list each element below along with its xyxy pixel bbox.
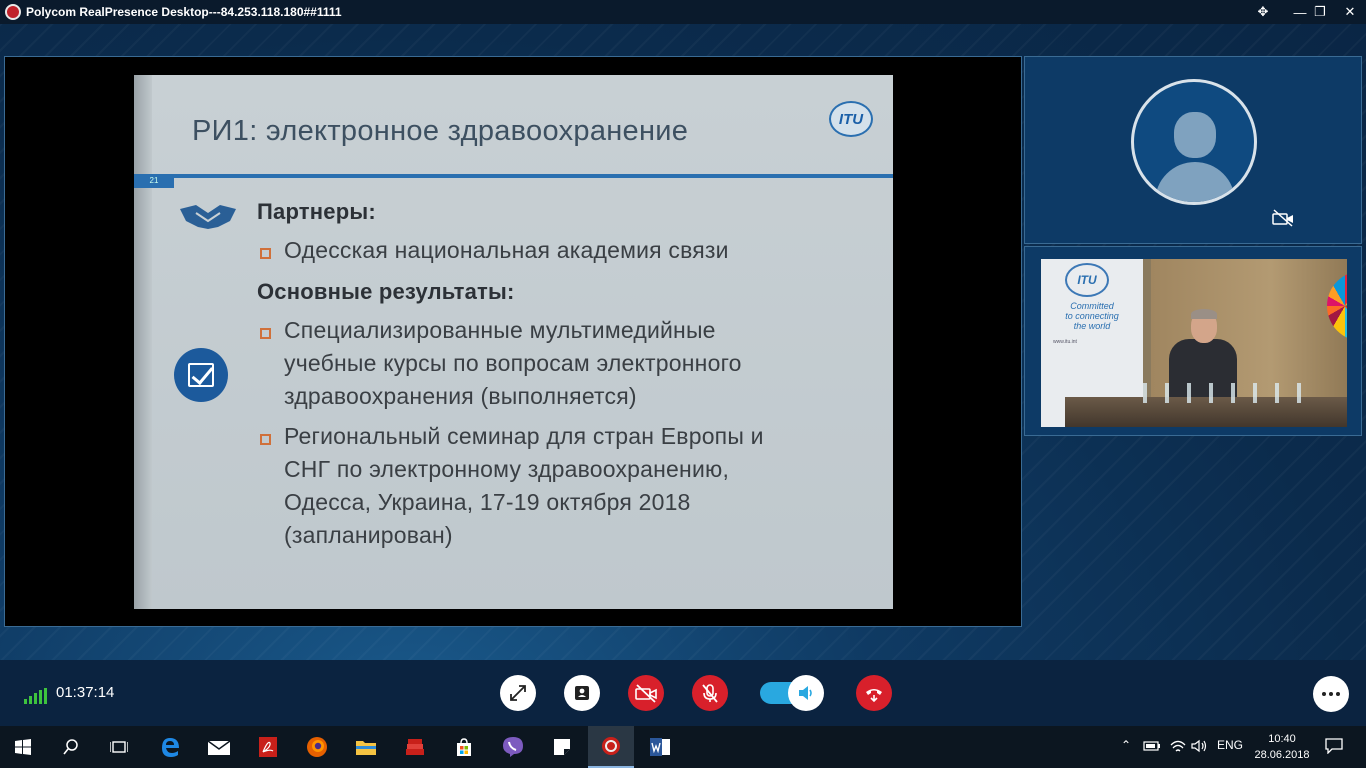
- language-indicator[interactable]: ENG: [1217, 738, 1243, 752]
- battery-icon[interactable]: [1143, 740, 1161, 752]
- remote-video-panel[interactable]: ITU Committed to connecting the world ww…: [1024, 246, 1362, 436]
- taskbar-books[interactable]: [392, 726, 438, 768]
- taskbar-clock[interactable]: 10:40 28.06.2018: [1250, 731, 1314, 763]
- windows-logo-icon: [15, 739, 31, 755]
- result-line: Специализированные мультимедийные: [284, 317, 716, 343]
- app-window: Polycom RealPresence Desktop---84.253.11…: [0, 0, 1366, 768]
- taskbar-sticky-notes[interactable]: [539, 726, 585, 768]
- sticky-notes-icon: [554, 739, 570, 755]
- result-line: учебные курсы по вопросам электронного: [284, 350, 742, 376]
- result-line: (запланирован): [284, 522, 453, 548]
- show-hidden-icons-button[interactable]: ⌃: [1121, 738, 1131, 752]
- pdf-icon: [259, 737, 277, 757]
- bullet-icon: [260, 434, 271, 445]
- phone-hangup-icon: [866, 689, 882, 703]
- presentation-slide: РИ1: электронное здравоохранение ITU 21 …: [134, 75, 893, 609]
- banner-url: www.itu.int: [1053, 339, 1077, 345]
- title-bar: Polycom RealPresence Desktop---84.253.11…: [0, 0, 1366, 24]
- itu-logo: ITU: [1065, 263, 1109, 297]
- window-title: Polycom RealPresence Desktop---84.253.11…: [26, 5, 342, 19]
- wifi-icon[interactable]: [1169, 739, 1187, 753]
- edge-icon: [162, 738, 179, 757]
- banner-tagline: the world: [1073, 321, 1111, 331]
- start-button[interactable]: [0, 726, 46, 768]
- pin-button[interactable]: ✥: [1245, 0, 1281, 24]
- word-icon: [650, 738, 670, 756]
- clock-time: 10:40: [1268, 733, 1296, 745]
- volume-icon[interactable]: [1191, 739, 1209, 753]
- viber-icon: [503, 737, 523, 757]
- microphone-off-icon: [702, 684, 718, 703]
- clock-date: 28.06.2018: [1254, 749, 1310, 761]
- task-view-button[interactable]: [96, 726, 142, 768]
- self-view-panel[interactable]: [1024, 56, 1362, 244]
- more-options-button[interactable]: [1313, 676, 1349, 712]
- taskbar-viber[interactable]: [490, 726, 536, 768]
- banner-tagline: Committed: [1070, 301, 1114, 311]
- mic-mute-button[interactable]: [692, 675, 728, 711]
- books-icon: [406, 739, 424, 755]
- handshake-icon: [180, 205, 236, 229]
- folder-icon: [356, 741, 376, 755]
- itu-logo: ITU: [829, 101, 873, 137]
- slide-divider: [134, 174, 893, 178]
- slide-title: РИ1: электронное здравоохранение: [192, 115, 689, 147]
- taskbar-word[interactable]: [637, 726, 683, 768]
- hangup-button[interactable]: [856, 675, 892, 711]
- result-line: СНГ по электронному здравоохранению,: [284, 456, 730, 482]
- store-icon: [457, 738, 471, 756]
- camera-off-icon: [1272, 209, 1293, 227]
- content-share-video[interactable]: РИ1: электронное здравоохранение ITU 21 …: [4, 56, 1022, 627]
- speaker-button[interactable]: [788, 675, 824, 711]
- user-avatar-icon: [1131, 79, 1257, 205]
- taskbar-mail[interactable]: [196, 726, 242, 768]
- bullet-icon: [260, 328, 271, 339]
- firefox-icon: [307, 737, 327, 757]
- bullet-icon: [260, 248, 271, 259]
- taskbar-store[interactable]: [441, 726, 487, 768]
- water-bottles: [1131, 383, 1301, 403]
- result-line: Региональный семинар для стран Европы и: [284, 423, 764, 449]
- partner-item: Одесская национальная академия связи: [284, 237, 729, 263]
- expand-icon: [510, 685, 526, 701]
- task-view-icon: [110, 741, 128, 753]
- search-button[interactable]: [48, 726, 94, 768]
- content-icon: [575, 686, 589, 700]
- content-share-button[interactable]: [564, 675, 600, 711]
- signal-strength-icon: [24, 688, 47, 704]
- notification-center-icon[interactable]: [1325, 738, 1343, 754]
- polycom-icon: [602, 737, 620, 755]
- taskbar-explorer[interactable]: [343, 726, 389, 768]
- fullscreen-button[interactable]: [500, 675, 536, 711]
- polycom-logo-icon: [5, 4, 21, 20]
- close-button[interactable]: ✕: [1332, 0, 1366, 24]
- results-heading: Основные результаты:: [257, 279, 515, 304]
- taskbar-polycom[interactable]: [588, 726, 634, 768]
- camera-off-icon: [635, 684, 657, 703]
- taskbar-acrobat[interactable]: [245, 726, 291, 768]
- camera-mute-button[interactable]: [628, 675, 664, 711]
- call-duration: 01:37:14: [56, 684, 115, 701]
- search-icon: [63, 739, 78, 755]
- partners-heading: Партнеры:: [257, 199, 376, 224]
- result-line: Одесса, Украина, 17-19 октября 2018: [284, 489, 691, 515]
- banner-tagline: to connecting: [1065, 311, 1119, 321]
- mail-icon: [207, 740, 231, 755]
- taskbar-firefox[interactable]: [294, 726, 340, 768]
- remote-room-video: ITU Committed to connecting the world ww…: [1041, 259, 1347, 427]
- checklist-icon: [174, 348, 228, 402]
- speaker-icon: [799, 686, 812, 700]
- slide-number: 21: [134, 174, 174, 188]
- taskbar-edge[interactable]: [147, 726, 193, 768]
- call-toolbar: [0, 660, 1366, 726]
- result-line: здравоохранения (выполняется): [284, 383, 637, 409]
